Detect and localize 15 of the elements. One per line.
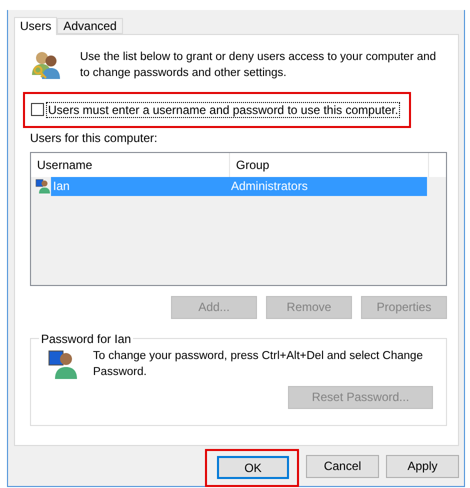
user-computer-icon (47, 348, 79, 380)
users-label: Users for this computer: (30, 130, 158, 145)
group-title: Password for Ian (40, 332, 132, 346)
group-cell: Administrators (229, 176, 427, 196)
tab[interactable]: Users (14, 16, 58, 35)
password-info-text: To change your password, press Ctrl+Alt+Del and select Change Password. (93, 348, 424, 380)
dialog-button[interactable]: Apply (386, 454, 459, 478)
checkbox-label[interactable]: Users must enter a username and password to use this computer. (46, 102, 400, 118)
intro-text: Use the list below to grant or deny users access to your computer and to change passwords and other settings. (80, 50, 438, 81)
dialog-button[interactable]: OK (217, 456, 289, 479)
checkbox[interactable] (31, 103, 44, 116)
user-computer-icon (35, 178, 51, 194)
dialog-button[interactable]: Cancel (306, 454, 379, 478)
tab[interactable]: Advanced (57, 18, 123, 34)
username-cell: Ian (51, 176, 229, 196)
